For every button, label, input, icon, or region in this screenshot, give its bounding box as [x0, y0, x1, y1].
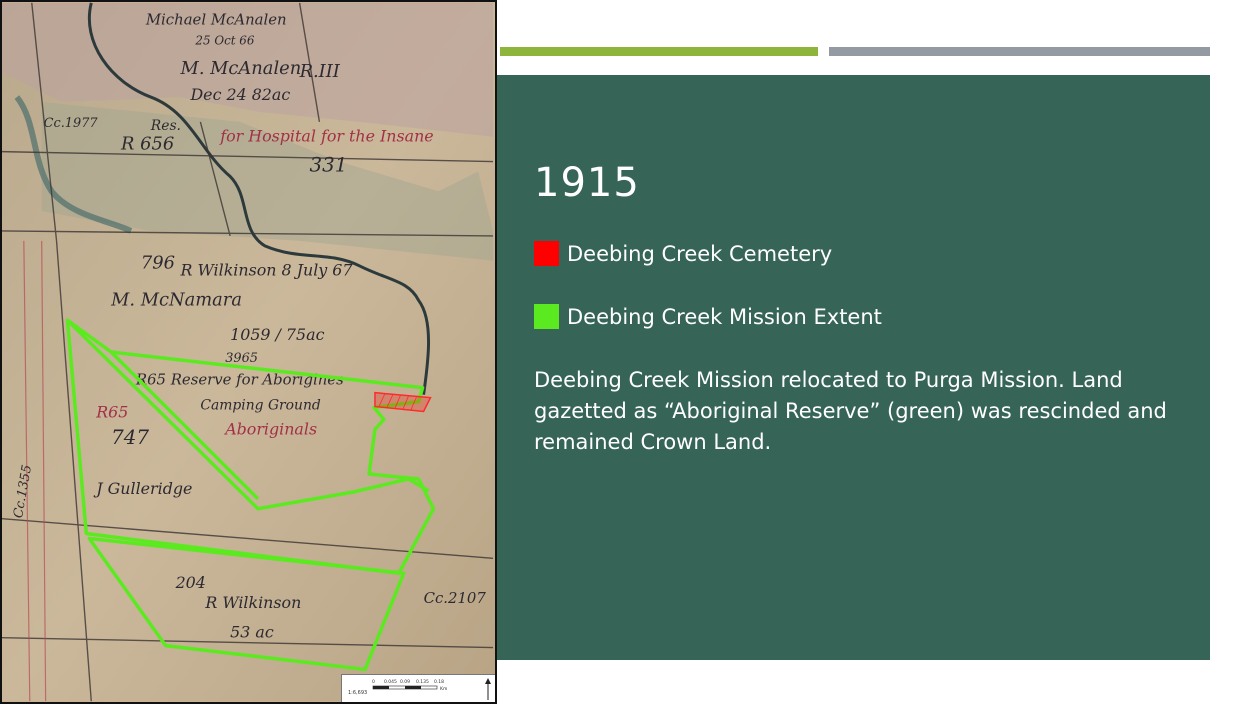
- scale-tick-label: 0.18: [434, 679, 444, 685]
- map-label: 796: [141, 253, 175, 274]
- map-label: R Wilkinson: [204, 593, 301, 612]
- map-label: Cc.1977: [44, 116, 99, 131]
- map-label: 331: [310, 153, 348, 176]
- legend-label: Deebing Creek Cemetery: [567, 241, 833, 266]
- scale-bar: 1:6,693 0 0.045 0.09 0.135 0.18 Km: [341, 674, 495, 702]
- scale-tick-label: 0.09: [400, 679, 410, 685]
- map-label: R 656: [120, 134, 174, 155]
- map-label: 25 Oct 66: [194, 33, 254, 47]
- slide-description: Deebing Creek Mission relocated to Purga…: [534, 368, 1167, 454]
- north-arrow-icon: [485, 678, 491, 700]
- map-label: Dec 24 82ac: [189, 85, 290, 104]
- scale-unit: Km: [440, 686, 447, 692]
- map-label: 204: [175, 573, 206, 592]
- map-label: R65: [95, 402, 128, 421]
- map-label: for Hospital for the Insane: [219, 127, 433, 146]
- legend-label: Deebing Creek Mission Extent: [567, 304, 882, 329]
- map-label: 53 ac: [230, 623, 274, 642]
- map-label: R Wilkinson 8 July 67: [180, 261, 354, 280]
- map-label: M. McAnalen: [180, 58, 302, 79]
- map-label: 3965: [225, 351, 258, 366]
- map-label: 1059 / 75ac: [230, 325, 324, 344]
- scale-tick-label: 0.135: [416, 679, 429, 685]
- map-label: M. McNamara: [110, 289, 242, 310]
- map-label: Michael McAnalen: [145, 11, 287, 29]
- historic-map: Michael McAnalen 25 Oct 66 M. McAnalen D…: [0, 0, 497, 704]
- scale-tick-label: 0.045: [384, 679, 397, 685]
- map-label: Cc.2107: [424, 589, 487, 607]
- scale-tick-label: 0: [372, 679, 375, 685]
- green-swatch-icon: [534, 304, 559, 329]
- map-label: Aboriginals: [223, 419, 317, 438]
- legend-item-cemetery: Deebing Creek Cemetery: [534, 241, 832, 266]
- map-label: J Gulleridge: [93, 479, 192, 498]
- accent-bar-green: [500, 47, 818, 56]
- legend-item-mission-extent: Deebing Creek Mission Extent: [534, 304, 882, 329]
- map-label: Res.: [150, 118, 181, 134]
- accent-bar-gray: [829, 47, 1210, 56]
- red-swatch-icon: [534, 241, 559, 266]
- scale-ratio: 1:6,693: [348, 690, 367, 696]
- map-label: R.III: [299, 61, 341, 82]
- map-svg: Michael McAnalen 25 Oct 66 M. McAnalen D…: [2, 2, 495, 702]
- slide-title: 1915: [534, 160, 640, 206]
- map-label: Camping Ground: [200, 398, 321, 414]
- map-label: 747: [111, 426, 149, 449]
